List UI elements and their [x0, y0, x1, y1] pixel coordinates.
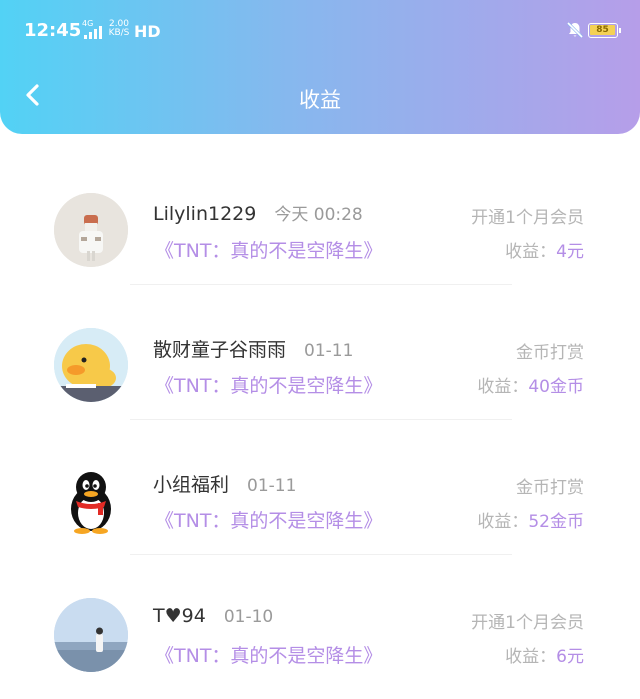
user-name: Lilylin1229 [153, 203, 257, 225]
record-time: 今天 00:28 [274, 205, 363, 225]
list-item[interactable]: Lilylin1229 今天 00:28 《TNT：真的不是空降生》 开通1个月… [0, 160, 640, 295]
status-time: 12:45 [24, 20, 82, 41]
header: 12:45 4G 2.00 KB/S HD 85 收益 [0, 0, 640, 134]
user-name: 散财童子谷雨雨 [153, 339, 287, 361]
income-type: 金币打赏 [516, 478, 584, 498]
list-item[interactable]: 散财童子谷雨雨 01-11 《TNT：真的不是空降生》 金币打赏 收益：40金币 [0, 295, 640, 430]
book-title: 《TNT：真的不是空降生》 [155, 375, 383, 397]
list-item[interactable]: 小组福利 01-11 《TNT：真的不是空降生》 金币打赏 收益：52金币 [0, 430, 640, 565]
book-title: 《TNT：真的不是空降生》 [155, 240, 383, 262]
income-type: 开通1个月会员 [471, 613, 584, 633]
record-time: 01-10 [223, 607, 274, 627]
avatar [54, 463, 128, 537]
avatar [54, 193, 128, 267]
income-value: 收益：4元 [505, 242, 584, 262]
book-title: 《TNT：真的不是空降生》 [155, 510, 383, 532]
income-value: 收益：52金币 [477, 512, 584, 532]
battery-level: 85 [596, 25, 609, 35]
divider [130, 419, 512, 420]
page-title: 收益 [299, 88, 341, 112]
income-type: 开通1个月会员 [471, 208, 584, 228]
avatar [54, 598, 128, 672]
status-bar: 12:45 4G 2.00 KB/S HD 85 [0, 0, 640, 62]
user-name: 小组福利 [153, 474, 230, 496]
book-title: 《TNT：真的不是空降生》 [155, 645, 383, 667]
record-time: 01-11 [247, 476, 297, 496]
network-speed: 2.00 KB/S [108, 19, 130, 38]
income-value: 收益：40金币 [477, 377, 584, 397]
divider [130, 284, 512, 285]
divider [130, 554, 512, 555]
nav-bar: 收益 [0, 62, 640, 132]
record-time: 01-11 [304, 341, 354, 361]
income-value: 收益：6元 [505, 647, 584, 667]
list-item[interactable]: T♥94 01-10 《TNT：真的不是空降生》 开通1个月会员 收益：6元 [0, 565, 640, 699]
avatar [54, 328, 128, 402]
battery-icon: 85 [588, 23, 621, 38]
income-type: 金币打赏 [516, 343, 584, 363]
mute-icon [566, 21, 584, 39]
user-name: T♥94 [153, 605, 206, 627]
hd-label: HD [134, 22, 161, 41]
